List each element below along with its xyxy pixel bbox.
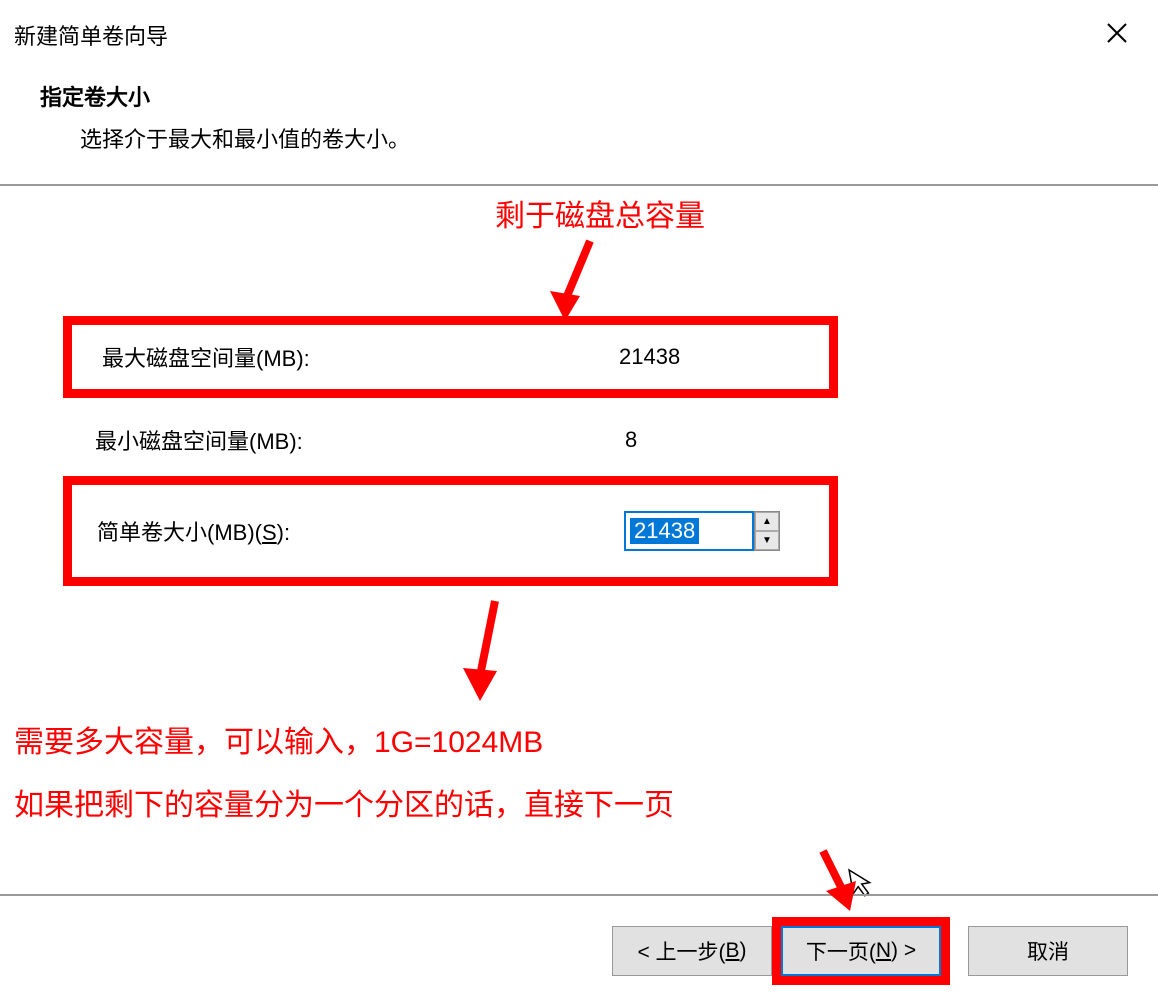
max-space-value: 21438 bbox=[619, 344, 799, 370]
back-prefix: < 上一步( bbox=[637, 936, 725, 966]
content-area: 剩于磁盘总容量 最大磁盘空间量(MB): 21438 最小磁盘空间量(MB): … bbox=[0, 186, 1158, 866]
next-suffix: ) > bbox=[891, 939, 916, 963]
volume-size-spinner: 21438 ▲ ▼ bbox=[624, 511, 804, 551]
arrow-icon bbox=[808, 846, 868, 916]
hotkey-n: N bbox=[876, 939, 891, 963]
next-button[interactable]: 下一页(N) > bbox=[781, 926, 941, 976]
close-icon[interactable] bbox=[1096, 15, 1138, 55]
volume-size-label: 简单卷大小(MB)(S): bbox=[97, 515, 624, 547]
cancel-button[interactable]: 取消 bbox=[968, 926, 1128, 976]
spinner-up-button[interactable]: ▲ bbox=[755, 512, 779, 531]
page-subtitle: 选择介于最大和最小值的卷大小。 bbox=[40, 122, 1118, 154]
hotkey-s: S bbox=[262, 520, 277, 545]
spinner-down-button[interactable]: ▼ bbox=[755, 531, 779, 550]
min-space-value: 8 bbox=[625, 427, 805, 453]
label-prefix: 简单卷大小(MB)( bbox=[97, 520, 262, 545]
hotkey-b: B bbox=[726, 939, 740, 963]
label-suffix: ): bbox=[277, 520, 290, 545]
title-bar: 新建简单卷向导 bbox=[0, 0, 1158, 60]
highlight-box-next: 下一页(N) > bbox=[772, 917, 950, 985]
back-button[interactable]: < 上一步(B) bbox=[612, 926, 772, 976]
highlight-box-size: 简单卷大小(MB)(S): 21438 ▲ ▼ bbox=[63, 476, 838, 586]
max-space-label: 最大磁盘空间量(MB): bbox=[102, 341, 619, 373]
wizard-header: 指定卷大小 选择介于最大和最小值的卷大小。 bbox=[0, 60, 1158, 184]
max-space-row: 最大磁盘空间量(MB): 21438 bbox=[102, 341, 799, 373]
spinner-buttons: ▲ ▼ bbox=[754, 511, 780, 551]
arrow-icon bbox=[455, 596, 515, 706]
highlight-box-max: 最大磁盘空间量(MB): 21438 bbox=[63, 316, 838, 398]
min-space-row: 最小磁盘空间量(MB): 8 bbox=[95, 424, 805, 456]
next-prefix: 下一页( bbox=[806, 936, 876, 966]
volume-size-value: 21438 bbox=[630, 518, 699, 544]
back-suffix: ) bbox=[740, 939, 747, 963]
annotation-bottom: 需要多大容量，可以输入，1G=1024MB 如果把剩下的容量分为一个分区的话，直… bbox=[14, 711, 674, 837]
page-title: 指定卷大小 bbox=[40, 80, 1118, 112]
annotation-line2: 如果把剩下的容量分为一个分区的话，直接下一页 bbox=[14, 774, 674, 837]
wizard-footer: < 上一步(B) 下一页(N) > 取消 bbox=[0, 894, 1158, 1006]
annotation-top: 剩于磁盘总容量 bbox=[495, 191, 705, 235]
min-space-label: 最小磁盘空间量(MB): bbox=[95, 424, 625, 456]
window-title: 新建简单卷向导 bbox=[14, 19, 168, 51]
arrow-icon bbox=[545, 236, 605, 326]
annotation-line1: 需要多大容量，可以输入，1G=1024MB bbox=[14, 711, 674, 774]
volume-size-input[interactable]: 21438 bbox=[624, 511, 754, 551]
